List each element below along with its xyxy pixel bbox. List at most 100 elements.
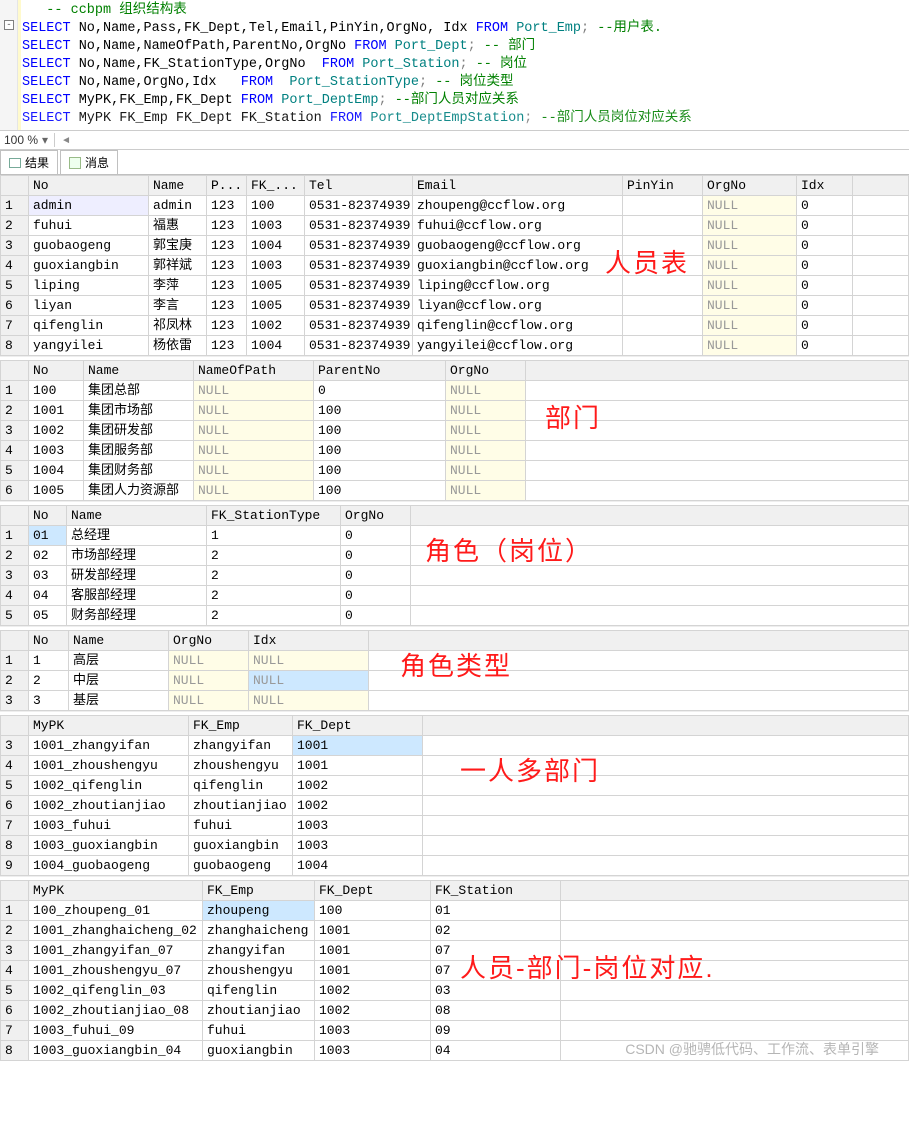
cell[interactable]: zhoutianjiao: [189, 796, 293, 816]
rownum[interactable]: 6: [1, 796, 29, 816]
cell[interactable]: 0531-82374939: [305, 276, 413, 296]
table-row[interactable]: 3guobaogeng郭宝庚12310040531-82374939guobao…: [1, 236, 909, 256]
col-header[interactable]: FK_StationType: [207, 506, 341, 526]
cell[interactable]: 0: [797, 256, 853, 276]
cell[interactable]: NULL: [703, 256, 797, 276]
rownum[interactable]: 1: [1, 196, 29, 216]
cell[interactable]: 1002: [315, 981, 431, 1001]
cell[interactable]: [623, 196, 703, 216]
cell[interactable]: 100: [315, 901, 431, 921]
cell[interactable]: 1002_qifenglin: [29, 776, 189, 796]
col-header[interactable]: Idx: [797, 176, 853, 196]
zoom-level[interactable]: 100 %: [4, 133, 38, 147]
cell[interactable]: zhoutianjiao: [203, 1001, 315, 1021]
cell[interactable]: 1003: [293, 836, 423, 856]
rownum[interactable]: 5: [1, 606, 29, 626]
cell[interactable]: 1002: [29, 421, 84, 441]
cell[interactable]: guobaogeng: [29, 236, 149, 256]
rownum[interactable]: 4: [1, 586, 29, 606]
table-row[interactable]: 101总经理10: [1, 526, 909, 546]
cell[interactable]: 1003: [315, 1041, 431, 1061]
cell[interactable]: 基层: [69, 691, 169, 711]
cell[interactable]: 1003_guoxiangbin_04: [29, 1041, 203, 1061]
cell[interactable]: 总经理: [67, 526, 207, 546]
cell[interactable]: NULL: [194, 381, 314, 401]
cell[interactable]: 2: [207, 566, 341, 586]
cell[interactable]: 08: [431, 1001, 561, 1021]
col-header[interactable]: FK_Emp: [189, 716, 293, 736]
cell[interactable]: 1001_zhangyifan_07: [29, 941, 203, 961]
cell[interactable]: NULL: [703, 336, 797, 356]
cell[interactable]: 福惠: [149, 216, 207, 236]
rownum[interactable]: 8: [1, 836, 29, 856]
cell[interactable]: admin: [29, 196, 149, 216]
cell[interactable]: NULL: [249, 671, 369, 691]
cell[interactable]: 1005: [247, 296, 305, 316]
col-header[interactable]: ParentNo: [314, 361, 446, 381]
cell[interactable]: 1002_zhoutianjiao: [29, 796, 189, 816]
cell[interactable]: 中层: [69, 671, 169, 691]
table-row[interactable]: 6liyan李言12310050531-82374939liyan@ccflow…: [1, 296, 909, 316]
cell[interactable]: 1002: [293, 796, 423, 816]
cell[interactable]: qifenglin: [189, 776, 293, 796]
cell[interactable]: 客服部经理: [67, 586, 207, 606]
cell[interactable]: 07: [431, 941, 561, 961]
table-port-dept[interactable]: NoNameNameOfPathParentNoOrgNo1100集团总部NUL…: [0, 360, 909, 501]
cell[interactable]: 1004: [29, 461, 84, 481]
table-port-station[interactable]: NoNameFK_StationTypeOrgNo101总经理10202市场部经…: [0, 505, 909, 626]
cell[interactable]: NULL: [169, 691, 249, 711]
cell[interactable]: 03: [431, 981, 561, 1001]
table-row[interactable]: 71003_fuhuifuhui1003: [1, 816, 909, 836]
col-header[interactable]: FK_Emp: [203, 881, 315, 901]
table-row[interactable]: 505财务部经理20: [1, 606, 909, 626]
col-header[interactable]: Name: [69, 631, 169, 651]
cell[interactable]: 1004: [247, 236, 305, 256]
cell[interactable]: 集团市场部: [84, 401, 194, 421]
cell[interactable]: [623, 316, 703, 336]
cell[interactable]: NULL: [194, 401, 314, 421]
cell[interactable]: 研发部经理: [67, 566, 207, 586]
rownum[interactable]: 6: [1, 481, 29, 501]
cell[interactable]: NULL: [446, 381, 526, 401]
cell[interactable]: 集团研发部: [84, 421, 194, 441]
cell[interactable]: 1001_zhanghaicheng_02: [29, 921, 203, 941]
rownum[interactable]: 5: [1, 461, 29, 481]
cell[interactable]: 09: [431, 1021, 561, 1041]
table-row[interactable]: 303研发部经理20: [1, 566, 909, 586]
table-row[interactable]: 81003_guoxiangbinguoxiangbin1003: [1, 836, 909, 856]
cell[interactable]: NULL: [446, 461, 526, 481]
cell[interactable]: 李萍: [149, 276, 207, 296]
table-row[interactable]: 31001_zhangyifan_07zhangyifan100107: [1, 941, 909, 961]
col-header[interactable]: FK_Dept: [293, 716, 423, 736]
cell[interactable]: 2: [207, 606, 341, 626]
table-row[interactable]: 4guoxiangbin郭祥斌12310030531-82374939guoxi…: [1, 256, 909, 276]
table-row[interactable]: 1adminadmin1231000531-82374939zhoupeng@c…: [1, 196, 909, 216]
cell[interactable]: zhangyifan: [203, 941, 315, 961]
cell[interactable]: 0531-82374939: [305, 316, 413, 336]
cell[interactable]: 1002: [293, 776, 423, 796]
col-header[interactable]: No: [29, 506, 67, 526]
cell[interactable]: 1001: [293, 736, 423, 756]
cell[interactable]: 01: [431, 901, 561, 921]
cell[interactable]: 1001_zhoushengyu_07: [29, 961, 203, 981]
table-row[interactable]: 33基层NULLNULL: [1, 691, 909, 711]
cell[interactable]: 1003: [315, 1021, 431, 1041]
cell[interactable]: 郭祥斌: [149, 256, 207, 276]
cell[interactable]: guobaogeng@ccflow.org: [413, 236, 623, 256]
col-header[interactable]: No: [29, 361, 84, 381]
cell[interactable]: NULL: [169, 651, 249, 671]
cell[interactable]: fuhui@ccflow.org: [413, 216, 623, 236]
cell[interactable]: 1001: [315, 921, 431, 941]
cell[interactable]: 祁凤林: [149, 316, 207, 336]
cell[interactable]: 0531-82374939: [305, 196, 413, 216]
cell[interactable]: 1: [207, 526, 341, 546]
cell[interactable]: 0531-82374939: [305, 296, 413, 316]
cell[interactable]: NULL: [249, 651, 369, 671]
rownum[interactable]: 4: [1, 256, 29, 276]
cell[interactable]: 1005: [29, 481, 84, 501]
rownum[interactable]: 5: [1, 776, 29, 796]
cell[interactable]: 财务部经理: [67, 606, 207, 626]
cell[interactable]: NULL: [194, 421, 314, 441]
cell[interactable]: 123: [207, 296, 247, 316]
cell[interactable]: 1004: [293, 856, 423, 876]
